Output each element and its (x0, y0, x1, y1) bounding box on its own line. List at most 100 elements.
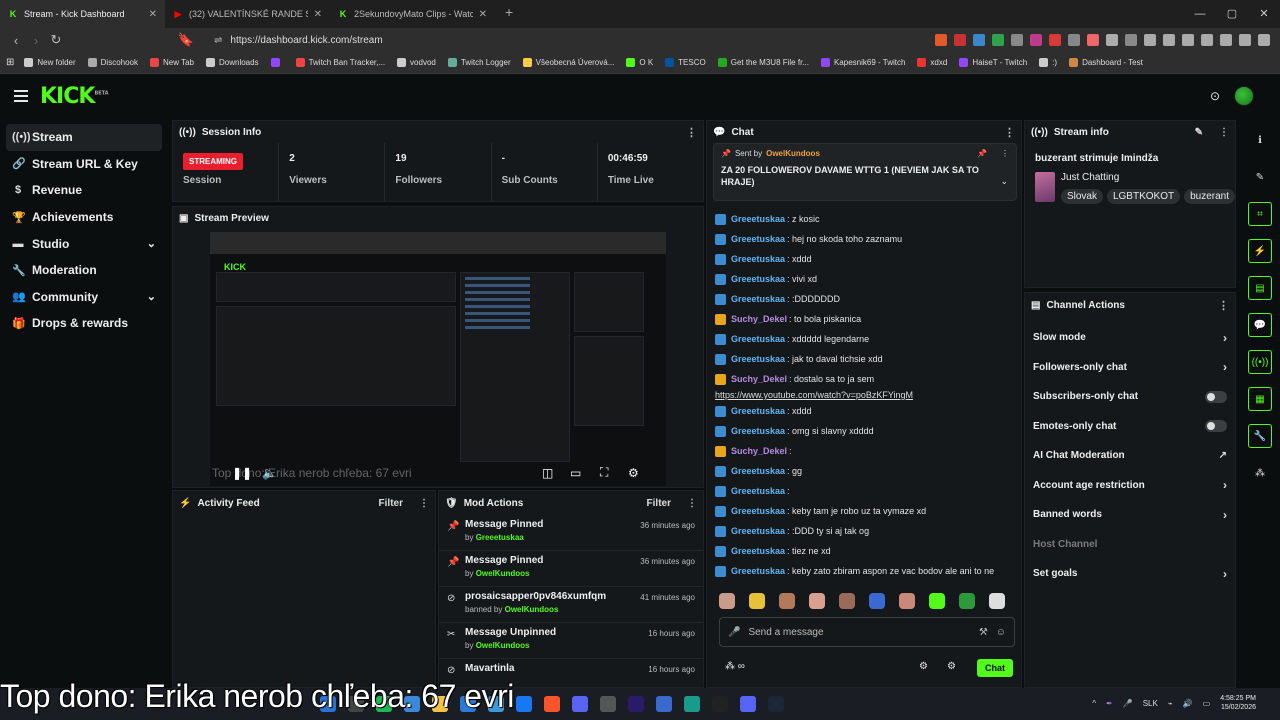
list-item[interactable]: 📌 Message Pinned by Greeetuskaa 36 minutes … (439, 515, 703, 551)
wallet-icon[interactable] (1201, 34, 1213, 46)
extension-icon[interactable] (1068, 34, 1080, 46)
extension-icon[interactable] (992, 34, 1004, 46)
chevron-right-icon[interactable]: › (1223, 478, 1227, 492)
channel-action-set-goals[interactable]: Set goals › (1025, 559, 1235, 589)
emote-icon[interactable] (839, 593, 855, 609)
premiere-icon[interactable] (628, 696, 644, 712)
avatar[interactable] (1234, 86, 1254, 106)
channel-action-subscribers-only-chat[interactable]: Subscribers-only chat (1025, 382, 1235, 412)
new-tab-button[interactable]: + (495, 0, 523, 28)
clock[interactable]: 4:58:25 PM 15/02/2026 (1220, 694, 1256, 712)
list-item[interactable]: 📌 Message Pinned by OwelKundoos 36 minutes … (439, 551, 703, 587)
bookmark-item[interactable]: Discohook (87, 58, 138, 67)
minimize-icon[interactable]: — (1184, 0, 1216, 28)
more-options-icon[interactable]: ⋮ (687, 498, 697, 509)
sidebar-item-moderation[interactable]: 🔧 Moderation (6, 257, 162, 284)
mod-action-user[interactable]: OwelKundoos (505, 605, 559, 614)
clip-icon[interactable]: ⌗ (1248, 202, 1272, 226)
bookmark-item[interactable]: vodvod (397, 58, 436, 67)
emoji-icon[interactable]: ☺ (996, 627, 1006, 638)
media-icon[interactable] (1163, 34, 1175, 46)
channel-action-banned-words[interactable]: Banned words › (1025, 500, 1235, 530)
more-options-icon[interactable]: ⋮ (1219, 127, 1229, 138)
chat-username[interactable]: Greeetuskaa (731, 486, 785, 496)
notes-icon[interactable]: ▤ (1248, 276, 1272, 300)
browser-tab[interactable]: K 2SekundovyMato Clips - Watch Live ... ✕ (330, 0, 495, 28)
chat-messages[interactable]: Greeetuskaa: z kosic Greeetuskaa: hej no … (707, 209, 1021, 583)
chat-username[interactable]: Greeetuskaa (731, 566, 785, 576)
toggle-switch[interactable] (1205, 420, 1227, 433)
menu-toggle-icon[interactable] (14, 87, 28, 105)
emote-icon[interactable] (989, 593, 1005, 609)
points-icon[interactable]: ⁂ ∞ (725, 661, 745, 672)
mod-action-user[interactable]: Greeetuskaa (476, 533, 524, 542)
app-icon[interactable] (656, 696, 672, 712)
filter-button[interactable]: Filter (647, 498, 671, 509)
messenger-icon[interactable] (516, 696, 532, 712)
chat-username[interactable]: Greeetuskaa (731, 426, 785, 436)
apps-icon[interactable]: ⊞ (6, 57, 14, 68)
unpin-icon[interactable]: 📌 (977, 149, 987, 158)
sidebar-item-stream-url-key[interactable]: 🔗 Stream URL & Key (6, 151, 162, 178)
chevron-right-icon[interactable]: › (1223, 508, 1227, 522)
volume-icon[interactable]: 🔈 (262, 466, 277, 480)
sidebar-item-drops-rewards[interactable]: 🎁 Drops & rewards (6, 310, 162, 337)
list-item[interactable]: ✂ Message Unpinned by OwelKundoos 16 hours … (439, 623, 703, 659)
theater-icon[interactable]: ▭ (570, 466, 581, 480)
chat-username[interactable]: Greeetuskaa (731, 334, 785, 344)
mod-action-user[interactable]: OwelKundoos (476, 641, 530, 650)
chevron-up-icon[interactable]: ^ (1092, 699, 1096, 708)
settings-icon[interactable]: ⚙ (628, 466, 639, 480)
lightning-icon[interactable]: ⚡ (1248, 239, 1272, 263)
bookmark-item[interactable]: xdxd (917, 58, 947, 67)
settings-icon[interactable]: ⚙ (919, 661, 928, 672)
video-player[interactable]: KICK Top dono: Erika nerob chľeba: 67 ev… (210, 232, 666, 486)
stream-tag[interactable]: LGBTKOKOT (1106, 189, 1181, 204)
more-options-icon[interactable]: ⋮ (1004, 126, 1015, 139)
wrench-icon[interactable]: 🔧 (1248, 424, 1272, 448)
commands-icon[interactable]: ⚒ (979, 627, 988, 638)
chat-username[interactable]: Greeetuskaa (731, 466, 785, 476)
more-options-icon[interactable]: ⋮ (686, 126, 697, 139)
channel-action-account-age-restriction[interactable]: Account age restriction › (1025, 471, 1235, 501)
emote-icon[interactable] (929, 593, 945, 609)
more-options-icon[interactable]: ⋮ (1001, 149, 1009, 158)
sidebar-item-achievements[interactable]: 🏆 Achievements (6, 204, 162, 231)
app-icon[interactable] (600, 696, 616, 712)
toggle-switch[interactable] (1205, 390, 1227, 403)
mod-action-user[interactable]: OwelKundoos (476, 569, 530, 578)
chat-username[interactable]: Suchy_Dekel (731, 374, 787, 384)
sidebar-icon[interactable] (1182, 34, 1194, 46)
chat-username[interactable]: Suchy_Dekel (731, 446, 787, 456)
discord-icon[interactable] (572, 696, 588, 712)
bookmark-icon[interactable]: 🔖 (176, 32, 196, 48)
brave-rewards-icon[interactable] (954, 34, 966, 46)
channel-action-followers-only-chat[interactable]: Followers-only chat › (1025, 353, 1235, 383)
close-tab-icon[interactable]: ✕ (314, 9, 322, 20)
url-field[interactable]: ⇌ https://dashboard.kick.com/stream (214, 30, 814, 50)
chat-link[interactable]: https://www.youtube.com/watch?v=poBzKFYi… (715, 390, 913, 400)
chevron-right-icon[interactable]: › (1223, 360, 1227, 374)
bookmark-item[interactable]: Kapesnik69 - Twitch (820, 58, 905, 67)
send-chat-button[interactable]: Chat (977, 659, 1013, 677)
chat-username[interactable]: Greeetuskaa (731, 234, 785, 244)
broadcast-icon[interactable]: ((•)) (1248, 350, 1272, 374)
emote-icon[interactable] (719, 593, 735, 609)
extension-icon[interactable] (1087, 34, 1099, 46)
chevron-down-icon[interactable]: ⌄ (1000, 176, 1008, 187)
close-window-icon[interactable]: ✕ (1248, 0, 1280, 28)
pen-icon[interactable]: ✒ (1106, 699, 1113, 708)
leo-icon[interactable] (1220, 34, 1232, 46)
chat-username[interactable]: Greeetuskaa (731, 526, 785, 536)
list-item[interactable]: ⊘ prosaicsapper0pv846xumfqm banned by Owel… (439, 587, 703, 623)
extension-icon[interactable] (1030, 34, 1042, 46)
bookmark-item[interactable]: :) (1039, 58, 1057, 67)
chat-username[interactable]: Greeetuskaa (731, 546, 785, 556)
chat-username[interactable]: Greeetuskaa (731, 254, 785, 264)
bookmark-item[interactable]: Get the M3U8 File fr... (717, 58, 809, 67)
chat-bubble-icon[interactable]: 💬 (1248, 313, 1272, 337)
chat-username[interactable]: Greeetuskaa (731, 274, 785, 284)
edit-icon[interactable]: ✎ (1195, 127, 1203, 138)
layout-icon[interactable]: ▦ (1248, 387, 1272, 411)
channel-action-emotes-only-chat[interactable]: Emotes-only chat (1025, 412, 1235, 442)
